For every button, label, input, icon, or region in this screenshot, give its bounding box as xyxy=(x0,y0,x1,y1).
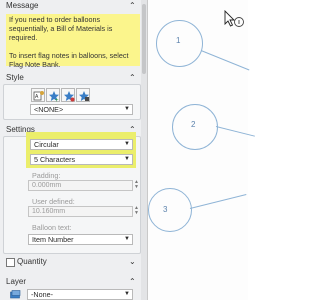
panel-scrollbar[interactable] xyxy=(141,0,147,300)
balloon-style-value: Circular xyxy=(34,140,59,149)
padding-field[interactable]: 0.000mm xyxy=(28,180,133,191)
padding-label: Padding: xyxy=(32,171,61,180)
user-defined-field[interactable]: 10.160mm xyxy=(28,206,133,217)
scrollbar-thumb[interactable] xyxy=(142,4,146,74)
message-group-header[interactable]: Message ⌃ xyxy=(0,0,140,12)
balloon-text-label: Balloon text: xyxy=(32,223,72,232)
message-line: If you need to order balloons xyxy=(9,15,101,24)
drawing-canvas[interactable]: 1 2 3 xyxy=(148,0,255,300)
layer-select-value: -None- xyxy=(31,290,53,299)
collapse-chevron-icon[interactable]: ⌃ xyxy=(129,72,136,84)
cursor-balloon-icon xyxy=(224,9,246,32)
chevron-down-icon: ▼ xyxy=(124,106,130,112)
chevron-down-icon: ▼ xyxy=(124,141,130,147)
user-defined-spinner[interactable]: ▲ ▼ xyxy=(134,206,140,217)
chevron-down-icon: ▼ xyxy=(124,156,130,162)
balloon-3-leader xyxy=(189,193,247,209)
spin-down-icon[interactable]: ▼ xyxy=(134,211,140,216)
collapse-chevron-icon[interactable]: ⌃ xyxy=(129,276,136,288)
spin-down-icon[interactable]: ▼ xyxy=(134,185,140,190)
update-style-icon[interactable] xyxy=(61,88,75,102)
style-group-header[interactable]: Style ⌃ xyxy=(0,72,140,84)
padding-spinner[interactable]: ▲ ▼ xyxy=(134,180,140,191)
chevron-down-icon: ▼ xyxy=(124,236,130,242)
balloon-text-value: Item Number xyxy=(32,235,74,244)
svg-text:+: + xyxy=(55,98,59,102)
layer-title: Layer xyxy=(6,277,27,286)
balloon-2-number: 2 xyxy=(191,120,196,129)
quantity-checkbox[interactable] xyxy=(6,258,15,267)
user-defined-label: User defined: xyxy=(32,197,75,206)
collapse-chevron-icon[interactable]: ⌃ xyxy=(129,0,136,12)
balloon-style-select[interactable]: Circular ▼ xyxy=(30,139,133,150)
add-style-icon[interactable]: + xyxy=(46,88,60,102)
balloon-size-select[interactable]: 5 Characters ▼ xyxy=(30,154,133,165)
message-line: sequentially, a Bill of Materials is xyxy=(9,24,113,33)
style-select-value: <NONE> xyxy=(34,105,64,114)
expand-chevron-icon[interactable]: ⌄ xyxy=(129,256,136,268)
quantity-label: Quantity xyxy=(17,257,47,266)
style-select[interactable]: <NONE> ▼ xyxy=(30,104,133,115)
balloon-size-value: 5 Characters xyxy=(34,155,76,164)
layer-group-header[interactable]: Layer ⌃ xyxy=(0,276,140,288)
message-line: To insert flag notes in balloons, select xyxy=(9,51,129,60)
balloon-3-number: 3 xyxy=(163,205,168,214)
balloon-3[interactable] xyxy=(148,188,192,232)
save-style-icon[interactable] xyxy=(76,88,90,102)
balloon-style-icon[interactable]: A xyxy=(31,88,45,102)
message-line: required. xyxy=(9,33,38,42)
style-title: Style xyxy=(6,73,24,82)
balloon-1-number: 1 xyxy=(176,36,181,45)
balloon-text-select[interactable]: Item Number ▼ xyxy=(28,234,133,245)
balloon-1-leader xyxy=(200,50,250,71)
message-box: If you need to order balloons sequential… xyxy=(6,14,140,69)
layer-select[interactable]: -None- ▼ xyxy=(27,289,133,300)
balloon-2-leader xyxy=(215,126,255,137)
layer-icon xyxy=(9,289,21,300)
message-line: Flag Note Bank. xyxy=(9,60,61,69)
chevron-down-icon: ▼ xyxy=(124,291,130,297)
message-title: Message xyxy=(6,1,39,10)
balloon-property-manager: Message ⌃ If you need to order balloons … xyxy=(0,0,148,300)
quantity-group-header[interactable]: Quantity ⌄ xyxy=(0,256,140,268)
